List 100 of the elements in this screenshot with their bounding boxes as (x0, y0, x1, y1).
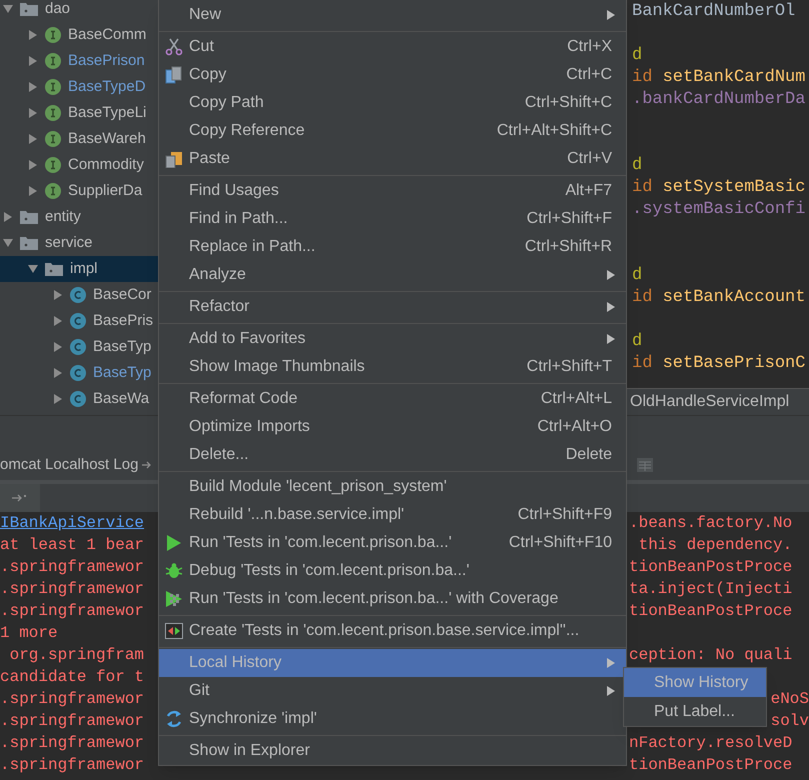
tree-item[interactable]: impl (0, 256, 158, 282)
menu-item[interactable]: New (159, 1, 626, 29)
tree-item[interactable]: BaseWareh (0, 126, 158, 152)
console-text: at least 1 bear (0, 536, 144, 554)
log-tab[interactable]: omcat Localhost Log (0, 454, 158, 476)
tree-item[interactable]: BaseTypeLi (0, 100, 158, 126)
collapsed-arrow-icon[interactable] (28, 108, 38, 118)
tree-item[interactable]: BaseCor (0, 282, 158, 308)
collapsed-arrow-icon[interactable] (3, 212, 13, 222)
code-line: id setBankCardNum (631, 67, 806, 89)
collapsed-arrow-icon[interactable] (53, 316, 63, 326)
console-text: this dependency. (638, 535, 792, 556)
menu-item[interactable]: Cut Ctrl+X (159, 33, 626, 61)
shortcut-label: Ctrl+C (566, 65, 612, 85)
collapsed-arrow-icon[interactable] (606, 334, 616, 344)
menu-item[interactable]: Find Usages Alt+F7 (159, 177, 626, 205)
collapsed-arrow-icon[interactable] (28, 30, 38, 40)
tree-item[interactable]: BaseTyp (0, 334, 158, 360)
play-coverage-icon (165, 590, 183, 608)
shortcut-label: Ctrl+Shift+R (524, 237, 612, 257)
menu-item[interactable]: Git (159, 677, 626, 705)
menu-item[interactable]: Analyze (159, 261, 626, 289)
menu-item[interactable]: Show in Explorer (159, 737, 626, 765)
tree-item[interactable]: BaseWa (0, 386, 158, 412)
menu-item[interactable]: Rebuild '...n.base.service.impl' Ctrl+Shift+F9 (159, 501, 626, 529)
collapsed-arrow-icon[interactable] (53, 342, 63, 352)
menu-item[interactable]: Add to Favorites (159, 325, 626, 353)
collapsed-arrow-icon[interactable] (606, 302, 616, 312)
interface-icon (45, 27, 61, 43)
collapsed-arrow-icon[interactable] (28, 186, 38, 196)
tree-item[interactable]: service (0, 230, 158, 256)
breadcrumb[interactable]: OldHandleServiceImpl (627, 388, 809, 415)
collapsed-arrow-icon[interactable] (606, 686, 616, 696)
tree-item[interactable]: BaseTypeD (0, 74, 158, 100)
tree-item[interactable]: BaseComm (0, 22, 158, 48)
menu-item[interactable]: Copy Ctrl+C (159, 61, 626, 89)
interface-icon (45, 157, 61, 173)
code-line: d (631, 331, 644, 353)
tree-item[interactable]: BaseTyp (0, 360, 158, 386)
scissors-icon (165, 38, 183, 56)
expanded-arrow-icon[interactable] (3, 4, 13, 14)
menu-item[interactable]: Show Image Thumbnails Ctrl+Shift+T (159, 353, 626, 381)
table-icon[interactable] (637, 458, 653, 472)
shortcut-label: Ctrl+Shift+T (526, 357, 612, 377)
interface-icon (45, 183, 61, 199)
tree-item[interactable]: entity (0, 204, 158, 230)
menu-item[interactable]: Put Label... (624, 697, 766, 726)
menu-item[interactable]: Copy Reference Ctrl+Alt+Shift+C (159, 117, 626, 145)
console-text: .beans.factory.No (629, 513, 792, 534)
menu-item[interactable]: Optimize Imports Ctrl+Alt+O (159, 413, 626, 441)
interface-icon (45, 79, 61, 95)
tree-item[interactable]: SupplierDa (0, 178, 158, 204)
tree-item-label: BasePrison (68, 50, 145, 71)
console-text: eNoS (770, 689, 809, 710)
tree-item[interactable]: BasePris (0, 308, 158, 334)
tree-item[interactable]: dao (0, 0, 158, 22)
menu-item[interactable]: Create 'Tests in 'com.lecent.prison.base.service.impl''... (159, 617, 626, 645)
collapsed-arrow-icon[interactable] (28, 160, 38, 170)
menu-item[interactable]: Delete... Delete (159, 441, 626, 469)
menu-item[interactable]: Reformat Code Ctrl+Alt+L (159, 385, 626, 413)
collapsed-arrow-icon[interactable] (28, 56, 38, 66)
expanded-arrow-icon[interactable] (28, 264, 38, 274)
collapsed-arrow-icon[interactable] (606, 658, 616, 668)
menu-item[interactable]: Replace in Path... Ctrl+Shift+R (159, 233, 626, 261)
tree-item[interactable]: Commodity (0, 152, 158, 178)
menu-item[interactable]: Build Module 'lecent_prison_system' (159, 473, 626, 501)
code-line: d (631, 265, 644, 287)
menu-item[interactable]: Find in Path... Ctrl+Shift+F (159, 205, 626, 233)
class-icon (70, 339, 86, 355)
class-icon (70, 391, 86, 407)
shortcut-label: Ctrl+Shift+F9 (518, 505, 612, 525)
tree-item-label: entity (45, 206, 81, 227)
menu-item[interactable]: Run 'Tests in 'com.lecent.prison.ba...' with Coverage (159, 585, 626, 613)
expanded-arrow-icon[interactable] (3, 238, 13, 248)
code-line: d (631, 155, 644, 177)
menu-item[interactable]: Debug 'Tests in 'com.lecent.prison.ba...' (159, 557, 626, 585)
menu-item[interactable]: Copy Path Ctrl+Shift+C (159, 89, 626, 117)
menu-item[interactable]: Refactor (159, 293, 626, 321)
collapsed-arrow-icon[interactable] (53, 394, 63, 404)
code-line: d (631, 45, 644, 67)
shortcut-label: Delete (566, 445, 612, 465)
tree-item[interactable]: BasePrison (0, 48, 158, 74)
soft-wrap-icon[interactable] (12, 493, 28, 503)
menu-item[interactable]: Run 'Tests in 'com.lecent.prison.ba...' Ctrl+Shift+F10 (159, 529, 626, 557)
menu-item[interactable]: Paste Ctrl+V (159, 145, 626, 173)
tree-item-label: impl (70, 258, 98, 279)
collapsed-arrow-icon[interactable] (606, 270, 616, 280)
code-line: .bankCardNumberDa (631, 89, 806, 111)
collapsed-arrow-icon[interactable] (53, 290, 63, 300)
shortcut-label: Ctrl+Shift+C (524, 93, 612, 113)
console-text: ception: No quali (629, 645, 792, 666)
tree-item-label: Commodity (68, 154, 144, 175)
collapsed-arrow-icon[interactable] (53, 368, 63, 378)
collapsed-arrow-icon[interactable] (28, 134, 38, 144)
folder-icon (20, 236, 38, 250)
console-text: .springframewor (0, 580, 144, 598)
collapsed-arrow-icon[interactable] (28, 82, 38, 92)
menu-item[interactable]: Synchronize 'impl' (159, 705, 626, 733)
console-link[interactable]: IBankApiService (0, 514, 144, 532)
collapsed-arrow-icon[interactable] (606, 10, 616, 20)
